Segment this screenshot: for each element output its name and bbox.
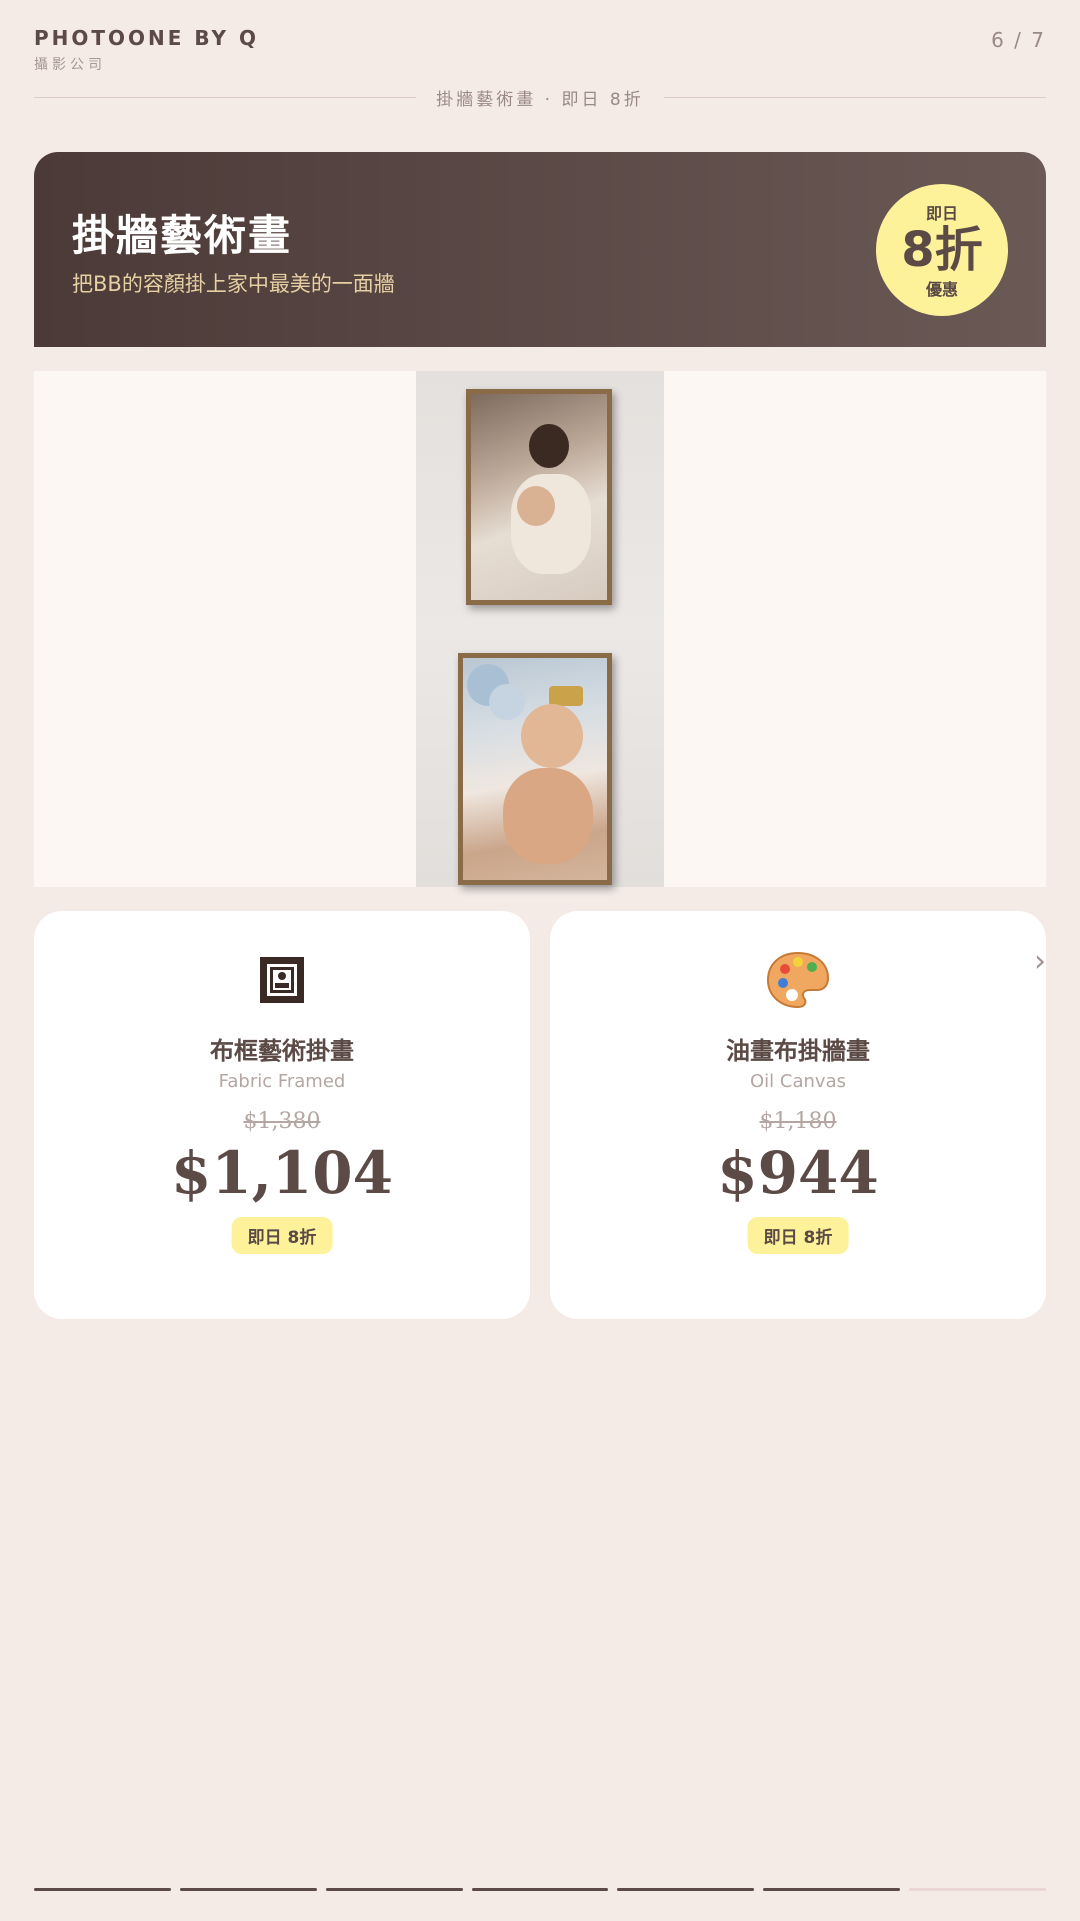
- framed-photo-baby-crown: [458, 653, 612, 885]
- sale-price: $944: [717, 1139, 879, 1207]
- product-subtitle: Oil Canvas: [750, 1071, 846, 1092]
- banner-title: 掛牆藝術畫: [72, 211, 293, 260]
- promo-banner: 掛牆藝術畫 把BB的容顏掛上家中最美的一面牆 即日 8折 優惠: [34, 152, 1046, 347]
- product-card-oil-canvas[interactable]: 油畫布掛牆畫 Oil Canvas $1,180 $944 即日 8折: [550, 911, 1046, 1319]
- product-title: 油畫布掛牆畫: [726, 1037, 870, 1065]
- divider-left: [34, 96, 417, 98]
- original-price: $1,380: [243, 1109, 321, 1134]
- progress-segment: [763, 1888, 901, 1891]
- progress-bar: [34, 1888, 1047, 1891]
- framed-photo-mother-baby: [466, 389, 612, 605]
- progress-segment: [179, 1888, 317, 1891]
- brand-name: PHOTOONE BY Q: [34, 26, 260, 50]
- progress-segment: [909, 1888, 1047, 1891]
- progress-segment: [471, 1888, 609, 1891]
- wall-art-photo: [416, 371, 664, 887]
- discount-tag: 即日 8折: [231, 1217, 333, 1254]
- product-subtitle: Fabric Framed: [218, 1071, 346, 1092]
- discount-tag: 即日 8折: [747, 1217, 849, 1254]
- sale-price: $1,104: [171, 1139, 393, 1207]
- section-subtitle-text: 掛牆藝術畫 · 即日 8折: [436, 89, 644, 110]
- brand: PHOTOONE BY Q 攝影公司: [34, 26, 259, 74]
- progress-segment: [325, 1888, 463, 1891]
- chevron-right-icon[interactable]: ›: [1034, 944, 1046, 979]
- brand-subtitle: 攝影公司: [34, 57, 106, 73]
- badge-bottom-text: 優惠: [925, 280, 958, 299]
- product-title: 布框藝術掛畫: [210, 1037, 354, 1065]
- section-subtitle: 掛牆藝術畫 · 即日 8折: [34, 84, 1046, 110]
- badge-top-text: 即日: [925, 204, 958, 223]
- product-photo-area: [34, 371, 1046, 887]
- discount-badge: 即日 8折 優惠: [876, 184, 1008, 316]
- badge-discount-text: 8折: [901, 222, 983, 278]
- original-price: $1,180: [759, 1109, 837, 1134]
- banner-description: 把BB的容顏掛上家中最美的一面牆: [72, 272, 395, 296]
- page-indicator: 6 / 7: [991, 28, 1046, 52]
- product-card-fabric-framed[interactable]: 布框藝術掛畫 Fabric Framed $1,380 $1,104 即日 8折: [34, 911, 530, 1319]
- divider-right: [663, 96, 1046, 98]
- framed-picture-icon: [34, 949, 530, 1011]
- progress-segment: [34, 1888, 171, 1891]
- progress-segment: [617, 1888, 755, 1891]
- palette-icon: [550, 949, 1046, 1011]
